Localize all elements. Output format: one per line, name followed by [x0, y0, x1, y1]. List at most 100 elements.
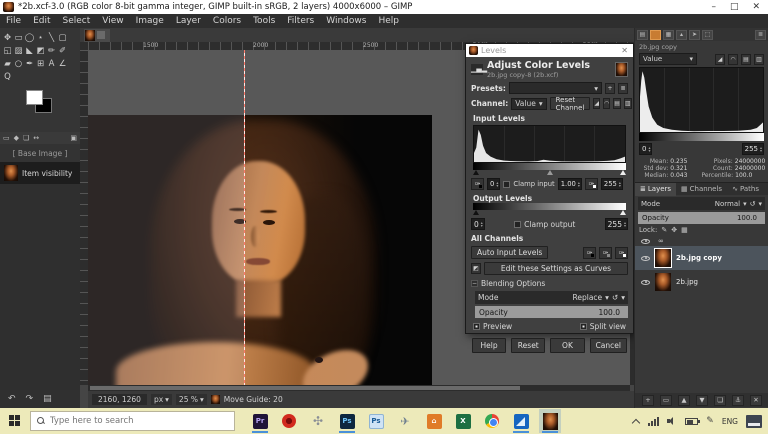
pen-icon[interactable]: ✎: [706, 416, 714, 426]
taskbar-photoshop[interactable]: Ps: [336, 409, 358, 433]
blending-options-expander[interactable]: − Blending Options: [471, 279, 628, 288]
low-output-spinbox[interactable]: 0 ▴▾: [471, 218, 485, 230]
layer-mode-row[interactable]: Mode Normal ▾ ↺ ▾: [638, 197, 765, 210]
dock-tab-fonts-icon[interactable]: ▦: [663, 30, 674, 40]
paintbrush-tool-icon[interactable]: ✐: [57, 44, 68, 57]
fuzzy-select-tool-icon[interactable]: ⋆: [35, 31, 46, 44]
tab-paths[interactable]: ∿ Paths: [727, 183, 764, 196]
tray-overflow-icon[interactable]: [633, 418, 640, 425]
mode-reset-icon[interactable]: ↺: [612, 293, 618, 302]
new-group-icon[interactable]: ▭: [660, 395, 672, 406]
dock-tab-icon-c[interactable]: ❏: [23, 134, 29, 142]
taskbar-recorder[interactable]: [278, 409, 300, 433]
measure-tool-icon[interactable]: ∠: [57, 57, 68, 70]
taskbar-pinwheel[interactable]: ✣: [307, 409, 329, 433]
ok-button[interactable]: OK: [550, 338, 584, 353]
black-point-slider[interactable]: [473, 170, 479, 175]
zoom-select[interactable]: 25 % ▾: [176, 394, 207, 405]
bucket-fill-tool-icon[interactable]: ◣: [24, 44, 35, 57]
ruler-left[interactable]: [80, 50, 88, 385]
layer-mode-reset-icon[interactable]: ↺: [750, 200, 756, 208]
presets-combo[interactable]: ▾: [509, 82, 602, 94]
high-input-spinbox[interactable]: 255 ▴▾: [601, 178, 623, 190]
lock-alpha-icon[interactable]: ▦: [681, 226, 688, 234]
dock-tab-history-icon[interactable]: ⬚: [702, 30, 713, 40]
menu-edit[interactable]: Edit: [27, 16, 56, 26]
menu-view[interactable]: View: [96, 16, 129, 26]
layer-row-2b-jpg-copy[interactable]: 2b.jpg copy: [635, 246, 768, 270]
input-sliders[interactable]: [473, 170, 626, 175]
gamma-spinbox[interactable]: 1.00 ▴▾: [558, 178, 582, 190]
network-signal-icon[interactable]: [648, 417, 659, 426]
levels-dialog-titlebar[interactable]: Levels ✕: [466, 44, 633, 57]
hist-perceptual-icon[interactable]: ◠: [728, 54, 738, 65]
language-indicator[interactable]: ENG: [722, 417, 738, 426]
unit-select[interactable]: px ▾: [151, 394, 172, 405]
battery-icon[interactable]: [685, 418, 698, 425]
paths-tool-icon[interactable]: ╲: [46, 31, 57, 44]
histogram-log-icon[interactable]: ▥: [624, 98, 632, 109]
transform-tool-icon[interactable]: ◱: [2, 44, 13, 57]
input-levels-histogram[interactable]: [473, 125, 626, 163]
high-output-slider[interactable]: [620, 210, 626, 215]
horizontal-scrollbar-thumb[interactable]: [90, 386, 520, 390]
pick-gray-dropper-icon[interactable]: ✑: [599, 247, 612, 259]
print-icon[interactable]: ▤: [43, 394, 52, 404]
tab-layers[interactable]: ≣ Layers: [635, 183, 676, 196]
blend-mode-row[interactable]: Mode Replace ▾ ↺ ▾: [475, 291, 628, 304]
redo-icon[interactable]: ↷: [26, 394, 34, 404]
menu-filters[interactable]: Filters: [281, 16, 320, 26]
expander-icon[interactable]: −: [471, 280, 478, 287]
dock-tab-icon-b[interactable]: ◆: [14, 134, 19, 142]
taskbar-photos[interactable]: [510, 409, 532, 433]
white-point-dropper-icon[interactable]: ✑: [585, 178, 598, 190]
clamp-output-checkbox[interactable]: [514, 221, 521, 228]
text-tool-icon[interactable]: A: [46, 57, 57, 70]
lock-pixels-icon[interactable]: ✎: [661, 226, 667, 234]
opacity-slider[interactable]: Opacity 100.0: [475, 306, 628, 318]
layer-visibility-eye-icon[interactable]: [641, 280, 650, 285]
curves-icon[interactable]: ◩: [471, 263, 481, 274]
zoom-tool-icon[interactable]: Q: [2, 70, 13, 83]
taskbar-excel[interactable]: X: [452, 409, 474, 433]
volume-icon[interactable]: [667, 417, 677, 426]
hist-linear-icon[interactable]: ◢: [715, 54, 725, 65]
taskbar-downloads[interactable]: ⌂: [423, 409, 445, 433]
histogram-linear-icon[interactable]: ▤: [613, 98, 621, 109]
presets-menu-button[interactable]: ≣: [618, 83, 628, 94]
taskbar-chrome[interactable]: [481, 409, 503, 433]
menu-layer[interactable]: Layer: [170, 16, 207, 26]
free-select-tool-icon[interactable]: ◯: [24, 31, 35, 44]
clone-tool-icon[interactable]: ⊞: [35, 57, 46, 70]
touch-keyboard-icon[interactable]: [746, 415, 762, 428]
menu-colors[interactable]: Colors: [207, 16, 247, 26]
cancel-button[interactable]: Cancel: [590, 338, 627, 353]
menu-image[interactable]: Image: [130, 16, 170, 26]
dock-tab-patterns-icon[interactable]: [650, 30, 661, 40]
taskbar-premiere[interactable]: Pr: [249, 409, 271, 433]
menu-select[interactable]: Select: [57, 16, 97, 26]
taskbar-photoshop-light[interactable]: Ps: [365, 409, 387, 433]
reset-button[interactable]: Reset: [511, 338, 545, 353]
edit-as-curves-button[interactable]: Edit these Settings as Curves: [484, 262, 628, 275]
layer-row-2b-jpg[interactable]: 2b.jpg: [635, 270, 768, 294]
layer-opacity-slider[interactable]: Opacity 100.0: [638, 212, 765, 224]
pencil-tool-icon[interactable]: ✏: [46, 44, 57, 57]
pick-black-dropper-icon[interactable]: ✑: [583, 247, 596, 259]
taskbar-mail[interactable]: ✈: [394, 409, 416, 433]
dock-tab-gradients-icon[interactable]: ▴: [676, 30, 687, 40]
white-point-slider[interactable]: [620, 170, 626, 175]
delete-layer-icon[interactable]: ✕: [750, 395, 762, 406]
hist-scale-lin-icon[interactable]: ▤: [741, 54, 751, 65]
airbrush-tool-icon[interactable]: ○: [13, 57, 24, 70]
new-layer-icon[interactable]: +: [642, 395, 654, 406]
warp-tool-icon[interactable]: ▨: [13, 44, 24, 57]
taskbar-gimp[interactable]: [539, 409, 561, 433]
minimize-button[interactable]: –: [711, 2, 716, 12]
lock-position-icon[interactable]: ✥: [671, 226, 677, 234]
gamma-slider[interactable]: [547, 170, 553, 175]
close-button[interactable]: ✕: [752, 2, 760, 12]
range-high-spinbox[interactable]: 255 ▴▾: [742, 143, 764, 155]
channel-combo[interactable]: Value ▾: [511, 98, 546, 110]
foreground-color-swatch[interactable]: [26, 90, 43, 105]
